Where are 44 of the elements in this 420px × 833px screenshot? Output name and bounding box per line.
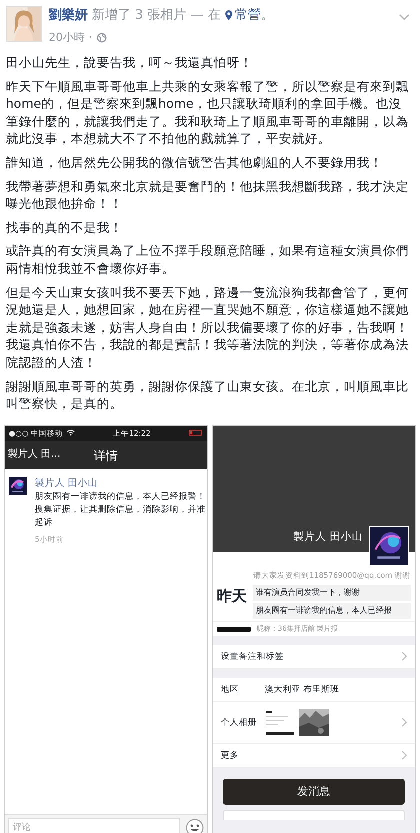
screen-title: 详情: [94, 448, 118, 465]
row-value: 澳大利亚 布里斯班: [265, 684, 340, 696]
emoji-icon[interactable]: [186, 819, 204, 833]
feed-item[interactable]: 谁有演员合同发我一下，谢谢: [253, 584, 411, 601]
row-label: 个人相册: [221, 716, 257, 730]
profile-row[interactable]: 更多: [213, 744, 415, 768]
post-paragraph: 但是今天山東女孩叫我不要丟下她，路邊一隻流浪狗我都會管了，更何況她還是人，她想回家，她在房裡一直哭她不願意，你這樣逼她不讓她走就是強姦未遂，妨害人身自由！所以我偏要壞了你的好事，告我啊！我還真怕你不告，我說的都是實話！我等著法院的判決，等著你成為法院認證的人渣！: [6, 284, 410, 372]
feed-item[interactable]: 朋友圈有一诽谤我的信息，本人已经报: [253, 602, 411, 619]
date-label: 昨天: [216, 586, 248, 607]
chevron-right-icon: [402, 718, 407, 728]
row-label: 更多: [221, 750, 239, 762]
punctuation-text: 。: [260, 7, 274, 25]
post-text-line: 起诉: [35, 516, 54, 530]
post-paragraph: 我帶著夢想和勇氣來北京就是要奮鬥的！他抹黑我想斷我路，我才決定曝光他跟他拚命！！: [6, 178, 410, 213]
post-text-line: 搜集证据，让其删除信息，消除影响，并准: [35, 504, 206, 517]
profile-name: 製片人 田小山: [294, 530, 363, 545]
separator-dot: ·: [89, 30, 92, 46]
row-label: 地区: [221, 684, 239, 696]
post-paragraph: 或許真的有女演員為了上位不擇手段願意陪睡，如果有這種女演員你們兩情相悅我並不會壞你好事。: [6, 242, 410, 278]
profile-row[interactable]: 个人相册: [213, 702, 415, 744]
post-paragraph: 昨天下午順風車哥哥他車上共乘的女乘客報了警，所以警察是有來到飄home的，但是警察來到飄home，也只讓耿琦順利的拿回手機。也沒筆錄什麼的，就讓我們走了。我和耿琦上了順風車哥哥的車離開，以為就此沒事，本想就大不了不拍他的戲就算了，平安就好。: [6, 78, 410, 148]
author-name[interactable]: 劉樂妍: [49, 6, 88, 26]
post-paragraph: 田小山先生，說要告我，呵～我還真怕呀！: [6, 54, 254, 72]
comment-field[interactable]: 评论: [8, 818, 180, 833]
second-button[interactable]: [223, 810, 405, 820]
place-link[interactable]: 常營: [234, 6, 261, 26]
location-pin-icon: [224, 10, 233, 22]
globe-icon: [96, 32, 106, 43]
profile-row[interactable]: 设置备注和标签: [213, 645, 415, 670]
chevron-down-icon[interactable]: [399, 14, 410, 21]
post-text-line: 朋友圈有一诽谤我的信息，本人已经报警！: [35, 490, 206, 504]
wifi-icon: [67, 430, 76, 436]
send-message-button[interactable]: 发消息: [223, 779, 405, 806]
post-paragraph: 謝謝順風車哥哥的英勇，謝謝你保護了山東女孩。在北京，叫順風車比叫警察快，是真的。: [6, 378, 410, 413]
row-label: 设置备注和标签: [221, 650, 284, 664]
back-link[interactable]: 製片人 田...: [8, 447, 61, 462]
battery-icon: [189, 430, 203, 436]
chevron-right-icon: [402, 652, 407, 662]
thumbnail-strip: [217, 626, 251, 632]
post-paragraph: 誰知道，他居然先公開我的微信號警告其他劇組的人不要錄用我！: [6, 154, 384, 172]
post-paragraph: 找事的真的不是我！: [6, 218, 124, 236]
chevron-right-icon: [402, 751, 407, 760]
post-action-text: 新增了 3 張相片 — 在: [92, 7, 221, 25]
poster-name[interactable]: 製片人 田小山: [35, 476, 206, 491]
